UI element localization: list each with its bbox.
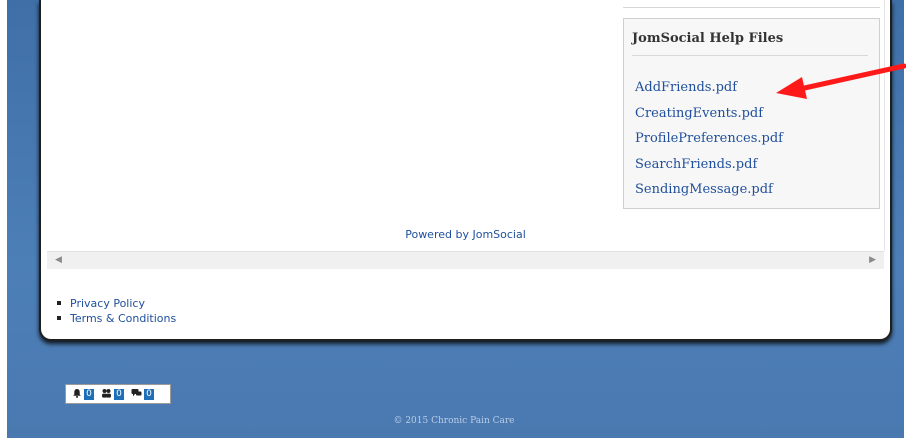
footer-links: Privacy Policy Terms & Conditions [57,296,176,326]
main-content-card: JomSocial Help Files AddFriends.pdf Crea… [39,0,892,341]
list-item: SendingMessage.pdf [635,178,783,204]
notifications-count-badge: 0 [84,388,94,400]
help-files-list: AddFriends.pdf CreatingEvents.pdf Profil… [635,76,783,204]
list-item: CreatingEvents.pdf [635,102,783,128]
bullet-icon [57,301,61,305]
chat-icon [131,388,142,401]
help-files-title: JomSocial Help Files [632,31,868,56]
red-annotation-arrow-icon [776,63,906,99]
bell-icon [72,388,82,401]
scroll-left-icon[interactable]: ◀ [55,255,62,265]
powered-by-link[interactable]: Powered by JomSocial [405,228,526,241]
list-item: AddFriends.pdf [635,76,783,102]
help-file-link-addfriends[interactable]: AddFriends.pdf [635,80,737,95]
list-item: ProfilePreferences.pdf [635,127,783,153]
list-item: SearchFriends.pdf [635,153,783,179]
help-files-module: JomSocial Help Files AddFriends.pdf Crea… [623,18,880,209]
friend-requests-count-badge: 0 [114,388,124,400]
users-icon [101,388,112,401]
help-file-link-creatingevents[interactable]: CreatingEvents.pdf [635,106,763,121]
friend-requests-button[interactable]: 0 [101,388,124,401]
list-item: Privacy Policy [57,296,176,311]
community-toolbar: 0 0 0 [65,384,171,404]
help-file-link-profilepreferences[interactable]: ProfilePreferences.pdf [635,131,783,146]
content-area: JomSocial Help Files AddFriends.pdf Crea… [47,0,885,251]
list-item: Terms & Conditions [57,311,176,326]
scroll-right-icon[interactable]: ▶ [869,255,876,265]
window-frame-left [0,0,7,438]
horizontal-scrollbar[interactable]: ◀ ▶ [47,251,884,269]
bullet-icon [57,316,61,320]
help-file-link-sendingmessage[interactable]: SendingMessage.pdf [635,182,773,197]
previous-module-bottom [623,0,880,8]
terms-conditions-link[interactable]: Terms & Conditions [70,312,176,325]
messages-button[interactable]: 0 [131,388,154,401]
powered-by-footer: Powered by JomSocial [47,228,884,241]
notifications-button[interactable]: 0 [72,388,94,401]
copyright-text: © 2015 Chronic Pain Care [393,416,515,426]
help-file-link-searchfriends[interactable]: SearchFriends.pdf [635,157,757,172]
privacy-policy-link[interactable]: Privacy Policy [70,297,145,310]
messages-count-badge: 0 [144,388,154,400]
